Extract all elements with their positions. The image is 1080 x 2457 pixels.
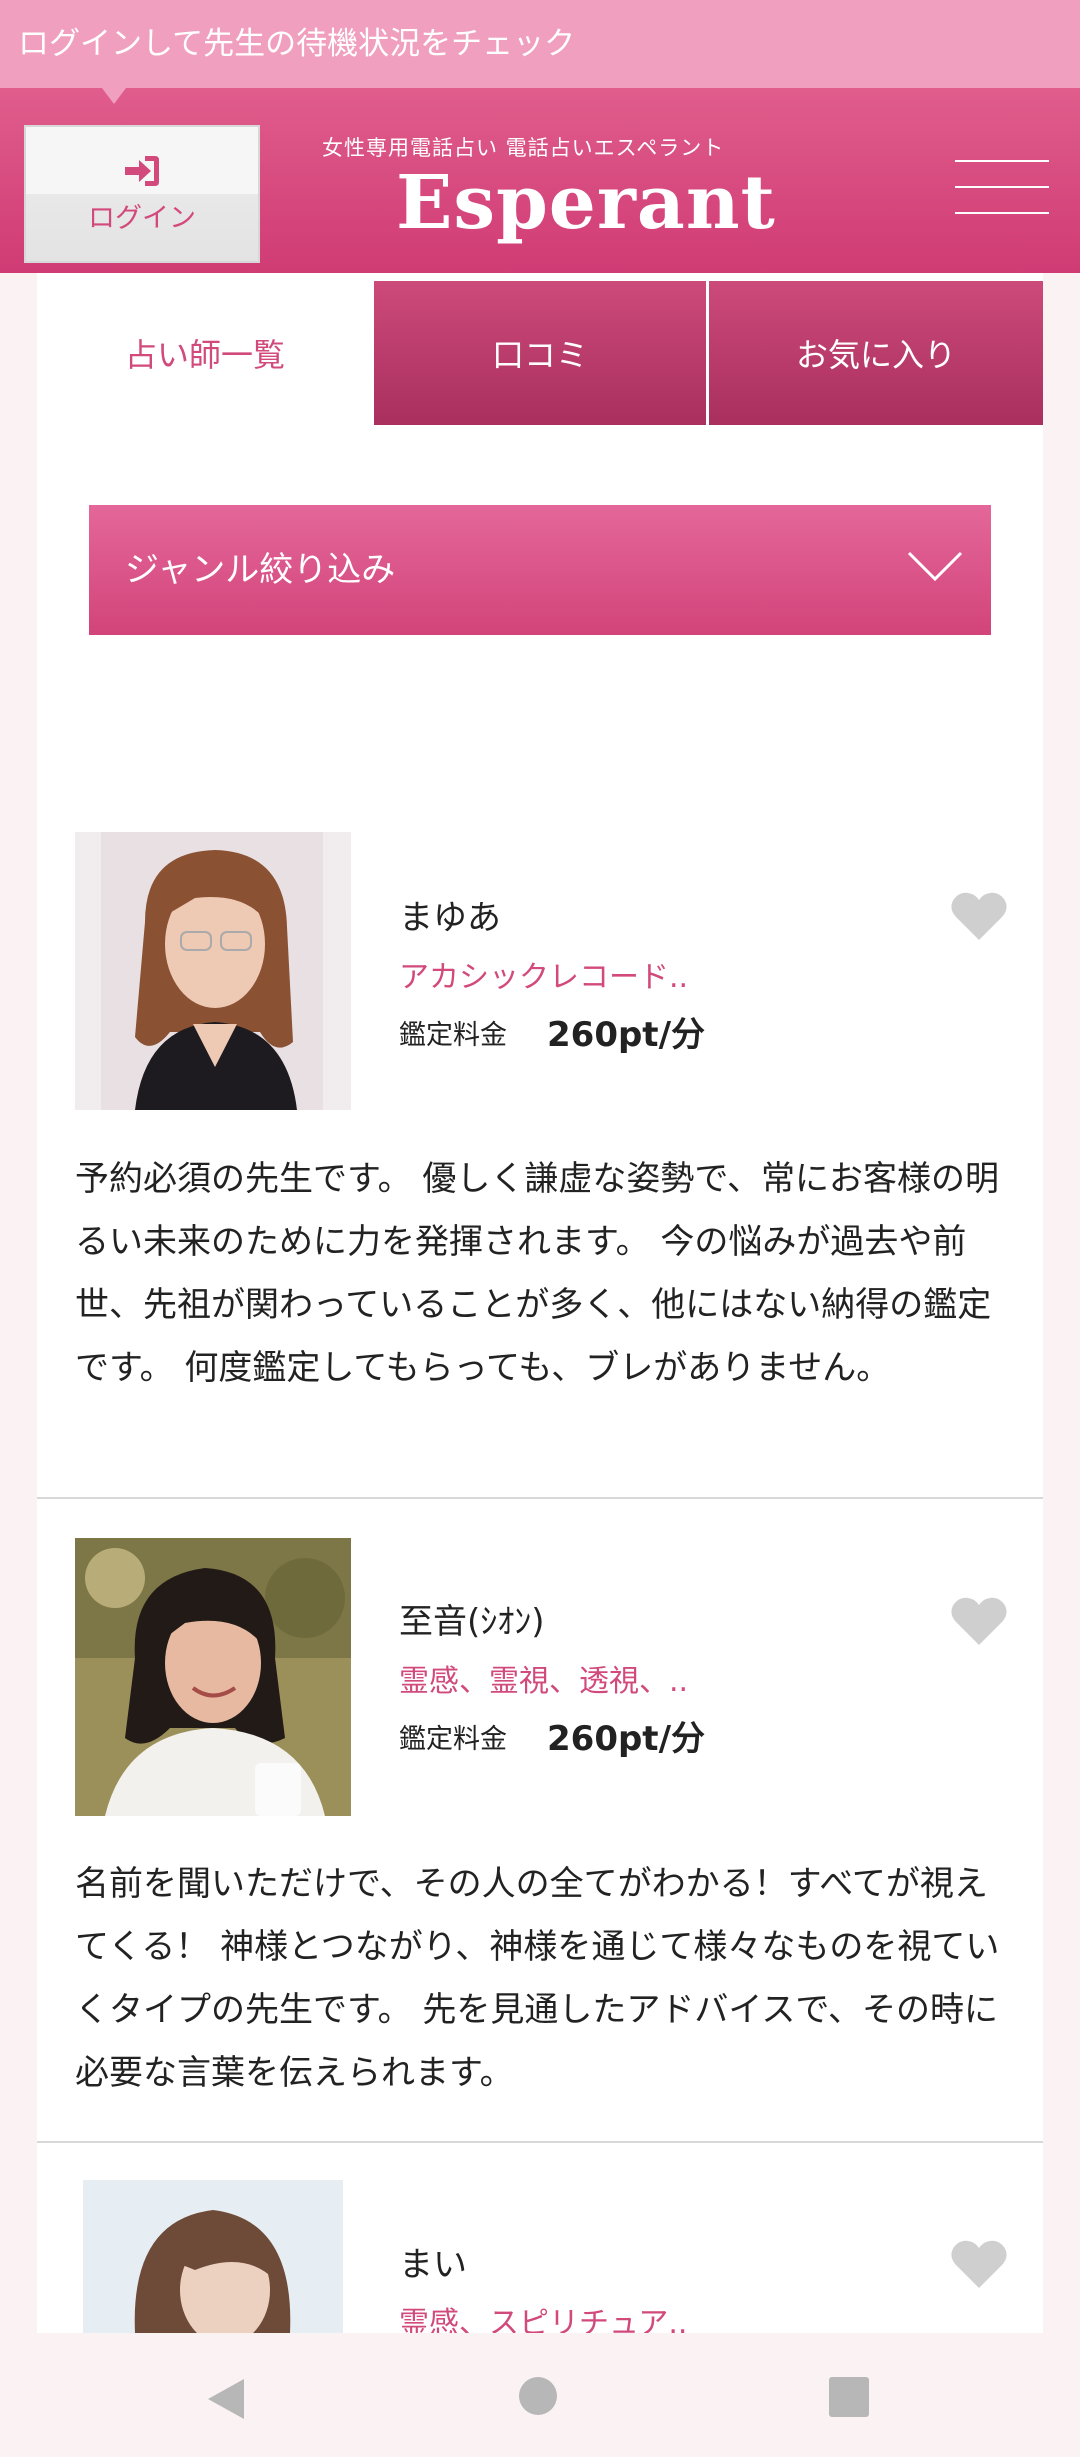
fortune-teller-photo[interactable]	[75, 832, 351, 1110]
login-icon	[125, 155, 159, 186]
tab-reviews[interactable]: 口コミ	[374, 281, 706, 425]
fee-value: 260pt/分	[547, 1719, 705, 1759]
tab-label: 口コミ	[491, 336, 588, 374]
genre-filter-label: ジャンル絞り込み	[125, 550, 396, 590]
fortune-teller-genres: 霊感、霊視、透視、..	[399, 1664, 689, 1699]
site-header: ログイン 女性専用電話占い 電話占いエスペラント Esperant	[0, 88, 1080, 273]
tab-label: 占い師一覧	[124, 336, 285, 374]
fortune-teller-name[interactable]: 至音(ｼｵﾝ)	[399, 1594, 545, 1643]
fortune-teller-name[interactable]: まい	[399, 2237, 467, 2286]
system-navigation-bar	[0, 2333, 1080, 2457]
fortune-teller-photo[interactable]	[75, 2180, 351, 2333]
fortune-teller-description: 予約必須の先生です。 優しく謙虚な姿勢で、常にお客様の明るい未来のために力を発揮…	[75, 1159, 1000, 1388]
home-icon[interactable]	[519, 2377, 557, 2415]
site-logo[interactable]: Esperant	[396, 160, 776, 246]
banner-pointer	[102, 88, 126, 104]
login-button[interactable]: ログイン	[24, 125, 260, 263]
fortune-teller-description: 名前を聞いただけで、その人の全てがわかる！すべてが視えてくる！ 神様とつながり、…	[75, 1864, 1000, 2093]
chevron-down-icon	[907, 551, 963, 582]
tab-fortune-teller-list[interactable]: 占い師一覧	[37, 281, 373, 425]
login-prompt-banner[interactable]: ログインして先生の待機状況をチェック	[0, 0, 1080, 88]
tab-bar: 占い師一覧 口コミ お気に入り	[37, 281, 1043, 425]
back-icon[interactable]	[206, 2377, 246, 2421]
heart-icon[interactable]	[950, 2238, 1008, 2290]
tab-label: お気に入り	[795, 336, 956, 374]
login-label: ログイン	[88, 202, 196, 234]
login-prompt-text: ログインして先生の待機状況をチェック	[18, 26, 576, 62]
fee-label: 鑑定料金	[399, 1724, 507, 1755]
heart-icon[interactable]	[950, 1595, 1008, 1647]
fortune-teller-name[interactable]: まゆあ	[399, 890, 501, 939]
recents-icon[interactable]	[829, 2377, 869, 2417]
tab-favorites[interactable]: お気に入り	[709, 281, 1043, 425]
fee-label: 鑑定料金	[399, 1020, 507, 1051]
fortune-teller-genres: 霊感、スピリチュア..	[399, 2306, 688, 2333]
fortune-teller-genres: アカシックレコード..	[399, 960, 689, 995]
genre-filter-dropdown[interactable]: ジャンル絞り込み	[89, 505, 991, 635]
fee-value: 260pt/分	[547, 1015, 705, 1055]
site-tagline: 女性専用電話占い 電話占いエスペラント	[322, 136, 725, 160]
heart-icon[interactable]	[950, 890, 1008, 942]
menu-icon[interactable]	[955, 160, 1049, 218]
fortune-teller-photo[interactable]	[75, 1538, 351, 1816]
